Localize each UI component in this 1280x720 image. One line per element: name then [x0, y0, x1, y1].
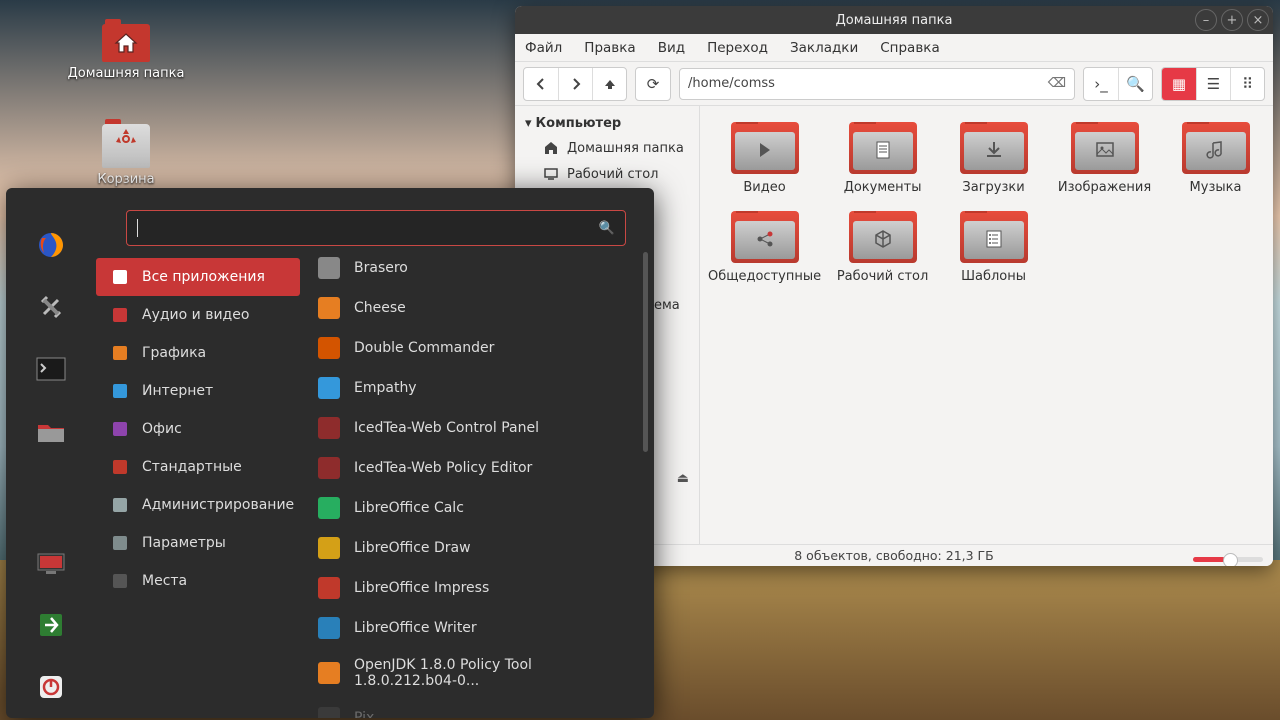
close-button[interactable]: × — [1247, 9, 1269, 31]
back-button[interactable] — [524, 68, 558, 100]
menu-item[interactable]: Переход — [707, 40, 768, 56]
menu-item[interactable]: Закладки — [790, 40, 858, 56]
clear-path-icon[interactable]: ⌫ — [1048, 76, 1066, 91]
terminal-button[interactable]: ›_ — [1084, 68, 1118, 100]
menu-item[interactable]: Справка — [880, 40, 939, 56]
chevron-down-icon: ▾ — [525, 116, 532, 131]
app-item[interactable]: IcedTea-Web Control Panel — [314, 408, 654, 448]
settings-icon[interactable] — [34, 290, 68, 324]
category-item[interactable]: Офис — [96, 410, 300, 448]
application-menu: Все приложенияАудио и видеоГрафикаИнтерн… — [6, 188, 654, 718]
scrollbar[interactable] — [643, 252, 648, 452]
category-item[interactable]: Параметры — [96, 524, 300, 562]
app-list: BraseroCheeseDouble CommanderEmpathyIced… — [314, 188, 654, 718]
launcher-dock — [6, 188, 96, 718]
zoom-slider[interactable] — [1193, 557, 1263, 562]
menu-item[interactable]: Файл — [525, 40, 562, 56]
folder-item[interactable]: Общедоступные — [704, 207, 825, 288]
app-item[interactable]: LibreOffice Impress — [314, 568, 654, 608]
view-compact-button[interactable]: ⠿ — [1230, 68, 1264, 100]
sidebar-item[interactable]: Домашняя папка — [519, 135, 695, 161]
category-item[interactable]: Места — [96, 562, 300, 600]
category-item[interactable]: Стандартные — [96, 448, 300, 486]
clipped-text: ема — [654, 298, 680, 313]
recycle-icon — [111, 124, 141, 154]
sidebar-header[interactable]: ▾ Компьютер — [519, 112, 695, 135]
app-item[interactable]: IcedTea-Web Policy Editor — [314, 448, 654, 488]
app-item[interactable]: LibreOffice Calc — [314, 488, 654, 528]
titlebar[interactable]: Домашняя папка – + × — [515, 6, 1273, 34]
menu-item[interactable]: Правка — [584, 40, 635, 56]
view-icons-button[interactable]: ▦ — [1162, 68, 1196, 100]
terminal-icon[interactable] — [34, 352, 68, 386]
path-bar[interactable]: /home/comss ⌫ — [679, 68, 1075, 100]
shutdown-icon[interactable] — [34, 670, 68, 704]
folder-item[interactable]: Видео — [704, 118, 825, 199]
app-item[interactable]: Empathy — [314, 368, 654, 408]
desktop-icon-label: Корзина — [56, 172, 196, 187]
forward-button[interactable] — [558, 68, 592, 100]
minimize-button[interactable]: – — [1195, 9, 1217, 31]
category-item[interactable]: Графика — [96, 334, 300, 372]
eject-icon[interactable]: ⏏ — [677, 471, 689, 486]
display-settings-icon[interactable] — [34, 546, 68, 580]
app-item[interactable]: Pix — [314, 698, 654, 718]
file-pane[interactable]: ВидеоДокументыЗагрузкиИзображенияМузыка О… — [700, 106, 1273, 544]
folder-item[interactable]: Изображения — [1051, 118, 1158, 199]
up-button[interactable] — [592, 68, 626, 100]
category-item[interactable]: Все приложения — [96, 258, 300, 296]
app-item[interactable]: OpenJDK 1.8.0 Policy Tool 1.8.0.212.b04-… — [314, 648, 654, 698]
firefox-icon[interactable] — [34, 228, 68, 262]
folder-item[interactable]: Рабочий стол — [829, 207, 936, 288]
app-item[interactable]: LibreOffice Writer — [314, 608, 654, 648]
menubar: Файл Правка Вид Переход Закладки Справка — [515, 34, 1273, 62]
category-item[interactable]: Интернет — [96, 372, 300, 410]
path-text: /home/comss — [688, 76, 775, 91]
category-item[interactable]: Аудио и видео — [96, 296, 300, 334]
reload-button[interactable]: ⟳ — [636, 68, 670, 100]
folder-item[interactable]: Шаблоны — [940, 207, 1047, 288]
sidebar-item[interactable]: Рабочий стол — [519, 161, 695, 187]
category-item[interactable]: Администрирование — [96, 486, 300, 524]
desktop-icon-label: Домашняя папка — [56, 66, 196, 81]
files-icon[interactable] — [34, 414, 68, 448]
search-input[interactable] — [126, 210, 626, 246]
app-item[interactable]: Double Commander — [314, 328, 654, 368]
folder-item[interactable]: Загрузки — [940, 118, 1047, 199]
window-title: Домашняя папка — [836, 13, 953, 28]
view-list-button[interactable]: ☰ — [1196, 68, 1230, 100]
app-item[interactable]: LibreOffice Draw — [314, 528, 654, 568]
app-item[interactable]: Cheese — [314, 288, 654, 328]
menu-item[interactable]: Вид — [658, 40, 685, 56]
category-list: Все приложенияАудио и видеоГрафикаИнтерн… — [96, 188, 314, 718]
desktop-icon-home[interactable]: Домашняя папка — [56, 24, 196, 81]
search-button[interactable]: 🔍 — [1118, 68, 1152, 100]
folder-item[interactable]: Документы — [829, 118, 936, 199]
home-icon — [114, 32, 138, 54]
maximize-button[interactable]: + — [1221, 9, 1243, 31]
desktop-icon-trash[interactable]: Корзина — [56, 124, 196, 187]
logout-icon[interactable] — [34, 608, 68, 642]
toolbar: ⟳ /home/comss ⌫ ›_ 🔍 ▦ ☰ ⠿ — [515, 62, 1273, 106]
folder-item[interactable]: Музыка — [1162, 118, 1269, 199]
